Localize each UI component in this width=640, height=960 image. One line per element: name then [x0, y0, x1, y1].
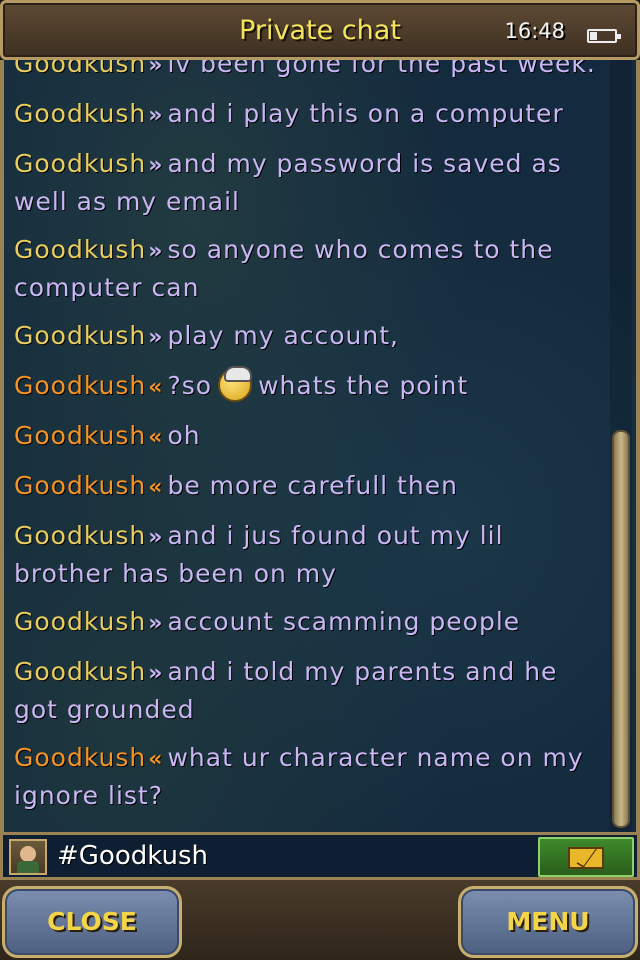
- battery-icon: [587, 29, 621, 43]
- incoming-arrow-icon: «: [148, 425, 164, 450]
- message-sender[interactable]: Goodkush: [14, 521, 146, 550]
- outgoing-arrow-icon: »: [148, 153, 164, 178]
- chat-log[interactable]: Goodkush» iv been gone for the past week.…: [0, 60, 640, 832]
- message-sender[interactable]: Goodkush: [14, 607, 146, 636]
- outgoing-arrow-icon: »: [148, 325, 164, 350]
- status-time: 16:48: [504, 19, 565, 43]
- outgoing-arrow-icon: »: [148, 103, 164, 128]
- chat-message: Goodkush» so anyone who comes to the comp…: [14, 232, 602, 306]
- send-message-button[interactable]: [538, 837, 634, 877]
- chat-message: Goodkush» and my password is saved as wel…: [14, 146, 602, 220]
- message-input-bar[interactable]: #Goodkush: [0, 832, 640, 880]
- message-sender[interactable]: Goodkush: [14, 149, 146, 178]
- chat-message: Goodkush» and i jus found out my lil brot…: [14, 518, 602, 592]
- chat-message: Goodkush» and i told my parents and he go…: [14, 654, 602, 728]
- message-sender[interactable]: Goodkush: [14, 60, 146, 78]
- message-text: oh: [167, 421, 201, 450]
- message-sender[interactable]: Goodkush: [14, 657, 146, 686]
- outgoing-arrow-icon: »: [148, 60, 164, 78]
- message-text: and i play this on a computer: [167, 99, 564, 128]
- chat-message: Goodkush« be more carefull then: [14, 468, 602, 506]
- chat-message: Goodkush« oh: [14, 418, 602, 456]
- recipient-name[interactable]: #Goodkush: [57, 841, 208, 871]
- chat-message: Goodkush» and i play this on a computer: [14, 96, 602, 134]
- message-text: whats the point: [258, 371, 469, 400]
- message-text: play my account,: [167, 321, 399, 350]
- chat-message: Goodkush« ?so whats the point: [14, 366, 602, 406]
- message-text: iv been gone for the past week.: [167, 60, 596, 78]
- chat-message: Goodkush« what ur character name on my ig…: [14, 740, 602, 814]
- close-button[interactable]: CLOSE: [2, 886, 182, 958]
- message-text: account scamming people: [167, 607, 521, 636]
- incoming-arrow-icon: «: [148, 747, 164, 772]
- message-sender[interactable]: Goodkush: [14, 421, 146, 450]
- message-text: ?so: [167, 371, 213, 400]
- outgoing-arrow-icon: »: [148, 611, 164, 636]
- message-text: be more carefull then: [167, 471, 458, 500]
- scrollbar-thumb[interactable]: [612, 430, 630, 828]
- battery-level: [590, 32, 597, 40]
- angel-smiley-icon: [218, 366, 253, 402]
- outgoing-arrow-icon: »: [148, 661, 164, 686]
- envelope-icon: [568, 847, 604, 869]
- message-sender[interactable]: Goodkush: [14, 471, 146, 500]
- message-sender[interactable]: Goodkush: [14, 235, 146, 264]
- chat-message: Goodkush» play my account,: [14, 318, 602, 356]
- outgoing-arrow-icon: »: [148, 525, 164, 550]
- title-bar: Private chat 16:48: [0, 0, 640, 60]
- message-sender[interactable]: Goodkush: [14, 99, 146, 128]
- menu-button[interactable]: MENU: [458, 886, 638, 958]
- chat-message: Goodkush» iv been gone for the past week.: [14, 60, 602, 84]
- message-sender[interactable]: Goodkush: [14, 371, 146, 400]
- incoming-arrow-icon: «: [148, 475, 164, 500]
- message-sender[interactable]: Goodkush: [14, 743, 146, 772]
- message-sender[interactable]: Goodkush: [14, 321, 146, 350]
- avatar: [9, 839, 47, 875]
- bottom-bar: CLOSE MENU: [0, 880, 640, 960]
- chat-message: Goodkush» account scamming people: [14, 604, 602, 642]
- message-list: Goodkush» iv been gone for the past week.…: [14, 60, 602, 826]
- incoming-arrow-icon: «: [148, 375, 164, 400]
- outgoing-arrow-icon: »: [148, 239, 164, 264]
